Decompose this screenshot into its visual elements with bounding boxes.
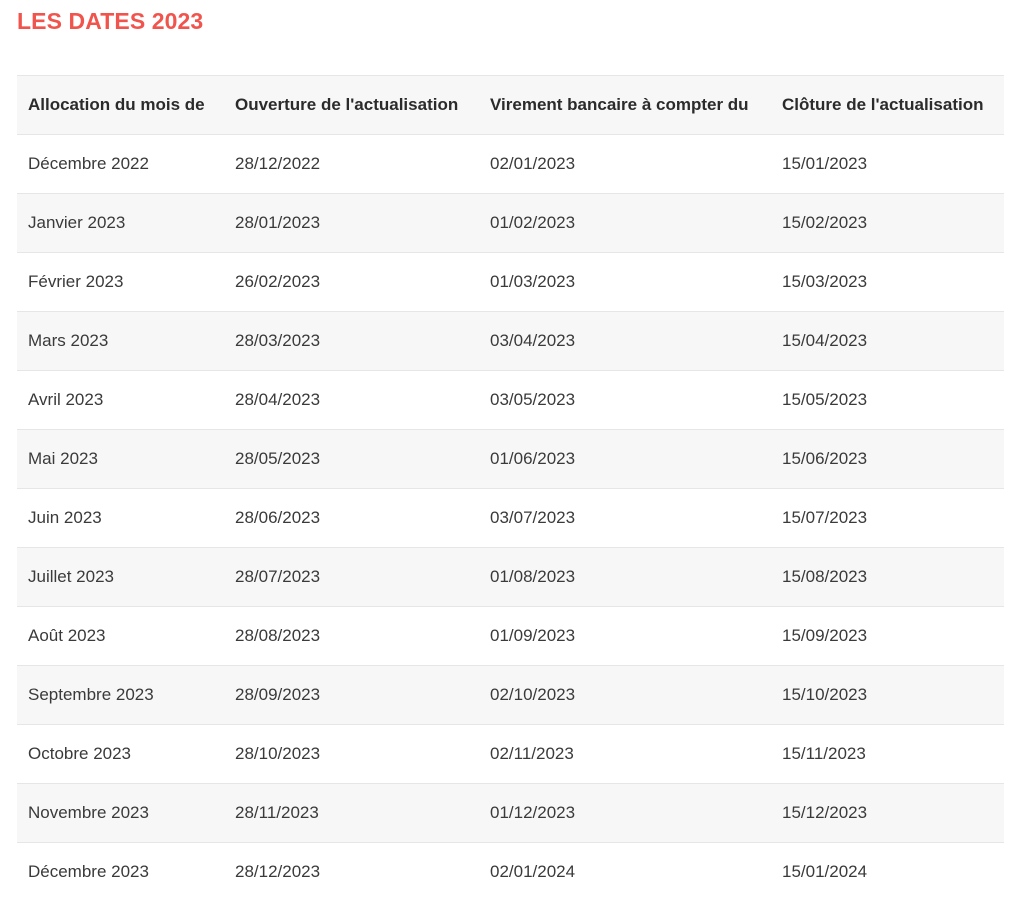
table-row: Décembre 2023 28/12/2023 02/01/2024 15/01/2…	[17, 842, 1004, 901]
cell-cloture-date: 15/11/2023	[782, 744, 866, 763]
cell-cloture-date: 15/08/2023	[782, 567, 868, 586]
cell-virement-date: 03/07/2023	[490, 508, 576, 527]
cell-virement-date: 02/01/2023	[490, 154, 576, 173]
cell-ouverture-date: 28/03/2023	[235, 331, 321, 350]
cell-virement-date: 01/09/2023	[490, 626, 576, 645]
cell-allocation-month: Décembre 2023	[28, 862, 149, 881]
cell-ouverture-date: 28/01/2023	[235, 213, 321, 232]
cell-ouverture-date: 28/05/2023	[235, 449, 321, 468]
cell-ouverture-date: 28/06/2023	[235, 508, 321, 527]
cell-ouverture-date: 28/10/2023	[235, 744, 321, 763]
cell-cloture-date: 15/10/2023	[782, 685, 868, 704]
table-row: Février 2023 26/02/2023 01/03/2023 15/03/20…	[17, 252, 1004, 312]
table-row: Septembre 2023 28/09/2023 02/10/2023 15/10/…	[17, 665, 1004, 725]
cell-allocation-month: Juin 2023	[28, 508, 102, 527]
dates-table-container: Allocation du mois de Ouverture de l'act…	[17, 75, 1004, 901]
cell-ouverture-date: 28/12/2022	[235, 154, 321, 173]
table-body: Décembre 2022 28/12/2022 02/01/2023 15/01/2…	[17, 134, 1004, 901]
cell-cloture-date: 15/06/2023	[782, 449, 868, 468]
table-row: Août 2023 28/08/2023 01/09/2023 15/09/2023	[17, 606, 1004, 666]
cell-virement-date: 02/11/2023	[490, 744, 574, 763]
cell-allocation-month: Octobre 2023	[28, 744, 132, 763]
header-allocation: Allocation du mois de	[28, 95, 205, 114]
table-header-row: Allocation du mois de Ouverture de l'act…	[17, 75, 1004, 135]
cell-allocation-month: Janvier 2023	[28, 213, 126, 232]
cell-allocation-month: Février 2023	[28, 272, 124, 291]
cell-allocation-month: Mai 2023	[28, 449, 98, 468]
cell-virement-date: 02/01/2024	[490, 862, 576, 881]
cell-ouverture-date: 28/12/2023	[235, 862, 321, 881]
cell-virement-date: 03/04/2023	[490, 331, 576, 350]
cell-cloture-date: 15/07/2023	[782, 508, 868, 527]
cell-cloture-date: 15/09/2023	[782, 626, 868, 645]
table-row: Juin 2023 28/06/2023 03/07/2023 15/07/2023	[17, 488, 1004, 548]
table-row: Avril 2023 28/04/2023 03/05/2023 15/05/2023	[17, 370, 1004, 430]
cell-virement-date: 01/03/2023	[490, 272, 576, 291]
header-virement: Virement bancaire à compter du	[490, 95, 749, 114]
table-row: Juillet 2023 28/07/2023 01/08/2023 15/08/20…	[17, 547, 1004, 607]
dates-table: Allocation du mois de Ouverture de l'act…	[17, 75, 1004, 901]
table-row: Décembre 2022 28/12/2022 02/01/2023 15/01/2…	[17, 134, 1004, 194]
cell-allocation-month: Décembre 2022	[28, 154, 149, 173]
cell-ouverture-date: 28/07/2023	[235, 567, 321, 586]
cell-virement-date: 01/12/2023	[490, 803, 576, 822]
cell-cloture-date: 15/12/2023	[782, 803, 868, 822]
cell-allocation-month: Août 2023	[28, 626, 106, 645]
cell-cloture-date: 15/01/2023	[782, 154, 868, 173]
table-row: Octobre 2023 28/10/2023 02/11/2023 15/11/20…	[17, 724, 1004, 784]
cell-allocation-month: Septembre 2023	[28, 685, 154, 704]
cell-ouverture-date: 28/04/2023	[235, 390, 321, 409]
cell-virement-date: 01/06/2023	[490, 449, 576, 468]
cell-cloture-date: 15/05/2023	[782, 390, 868, 409]
cell-ouverture-date: 28/09/2023	[235, 685, 321, 704]
cell-cloture-date: 15/03/2023	[782, 272, 868, 291]
table-row: Mai 2023 28/05/2023 01/06/2023 15/06/2023	[17, 429, 1004, 489]
cell-cloture-date: 15/01/2024	[782, 862, 868, 881]
cell-cloture-date: 15/04/2023	[782, 331, 868, 350]
cell-allocation-month: Juillet 2023	[28, 567, 115, 586]
cell-cloture-date: 15/02/2023	[782, 213, 868, 232]
table-header: Allocation du mois de Ouverture de l'act…	[17, 75, 1004, 135]
cell-ouverture-date: 26/02/2023	[235, 272, 321, 291]
header-ouverture: Ouverture de l'actualisation	[235, 95, 459, 114]
cell-ouverture-date: 28/08/2023	[235, 626, 321, 645]
cell-allocation-month: Avril 2023	[28, 390, 104, 409]
cell-virement-date: 01/02/2023	[490, 213, 576, 232]
cell-virement-date: 02/10/2023	[490, 685, 576, 704]
cell-ouverture-date: 28/11/2023	[235, 803, 319, 822]
table-row: Novembre 2023 28/11/2023 01/12/2023 15/12/2…	[17, 783, 1004, 843]
header-cloture: Clôture de l'actualisation	[782, 95, 984, 114]
table-row: Mars 2023 28/03/2023 03/04/2023 15/04/2023	[17, 311, 1004, 371]
table-row: Janvier 2023 28/01/2023 01/02/2023 15/02/20…	[17, 193, 1004, 253]
cell-allocation-month: Mars 2023	[28, 331, 109, 350]
cell-allocation-month: Novembre 2023	[28, 803, 149, 822]
cell-virement-date: 01/08/2023	[490, 567, 576, 586]
page-title: LES DATES 2023	[17, 8, 204, 34]
cell-virement-date: 03/05/2023	[490, 390, 576, 409]
